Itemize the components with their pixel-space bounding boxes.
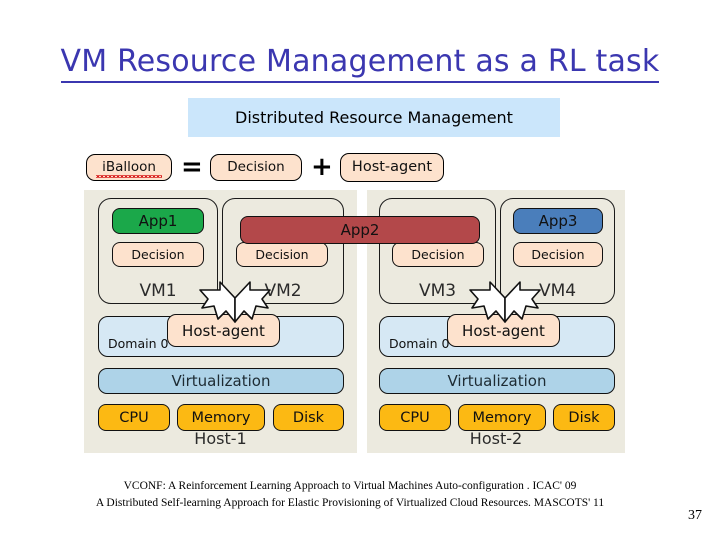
memory-label-host2: Memory: [472, 409, 532, 426]
virtualization-label-host1: Virtualization: [171, 372, 271, 390]
decision-box-vm4: Decision: [513, 242, 603, 267]
app-box-app3: App3: [513, 208, 603, 234]
virtualization-label-host2: Virtualization: [447, 372, 547, 390]
cpu-label-host1: CPU: [119, 409, 149, 426]
app-box-app2: App2: [240, 216, 480, 244]
virtualization-box-host1: Virtualization: [98, 368, 344, 394]
resource-box-cpu-host1: CPU: [98, 404, 170, 431]
host-2-label: Host-2: [469, 429, 523, 448]
resource-box-memory-host2: Memory: [458, 404, 546, 431]
cpu-label-host2: CPU: [400, 409, 430, 426]
decision-box-vm2: Decision: [236, 242, 328, 267]
resource-flow-arrow-host1: [199, 281, 271, 323]
resource-box-memory-host1: Memory: [177, 404, 265, 431]
footer-citations: VCONF: A Reinforcement Learning Approach…: [0, 478, 700, 511]
app3-label: App3: [538, 212, 578, 230]
disk-label-host2: Disk: [568, 409, 600, 426]
domain0-label-host1: Domain 0: [108, 336, 169, 351]
decision-box-vm3: Decision: [392, 242, 484, 267]
memory-label-host1: Memory: [191, 409, 251, 426]
citation-line-1: VCONF: A Reinforcement Learning Approach…: [123, 480, 577, 492]
hosts-diagram: Host-1 VM1 App1 Decision VM2 Decision Do…: [0, 0, 720, 540]
virtualization-box-host2: Virtualization: [379, 368, 615, 394]
decision-vm4-label: Decision: [531, 247, 585, 262]
app-box-app1: App1: [112, 208, 204, 234]
resource-box-cpu-host2: CPU: [379, 404, 451, 431]
resource-box-disk-host2: Disk: [553, 404, 615, 431]
disk-label-host1: Disk: [292, 409, 325, 426]
page-number: 37: [688, 508, 702, 523]
resource-box-disk-host1: Disk: [273, 404, 344, 431]
app2-label: App2: [340, 221, 380, 239]
decision-vm2-label: Decision: [255, 247, 309, 262]
citation-line-2: A Distributed Self-learning Approach for…: [95, 496, 605, 509]
resource-flow-arrow-host2: [469, 281, 541, 323]
decision-vm1-label: Decision: [131, 247, 185, 262]
decision-vm3-label: Decision: [411, 247, 465, 262]
host-1-label: Host-1: [194, 429, 247, 448]
domain0-label-host2: Domain 0: [389, 336, 450, 351]
decision-box-vm1: Decision: [112, 242, 204, 267]
app1-label: App1: [138, 212, 178, 230]
